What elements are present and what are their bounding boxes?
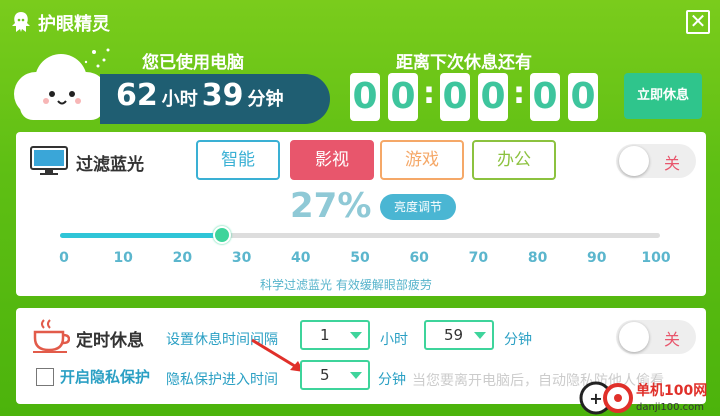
- rest-hours-unit: 小时: [380, 332, 408, 348]
- chevron-down-icon: [474, 332, 486, 339]
- usage-minutes: 39: [201, 78, 244, 113]
- mode-movie-button[interactable]: 影视: [290, 140, 374, 180]
- mode-smart-button[interactable]: 智能: [196, 140, 280, 180]
- usage-hours: 62: [116, 78, 158, 113]
- timed-rest-toggle[interactable]: 关: [616, 320, 696, 354]
- countdown-colon: :: [513, 76, 525, 111]
- slider-tick-label: 90: [587, 250, 607, 266]
- countdown-digit: 0: [568, 73, 598, 121]
- toggle-knob: [619, 146, 649, 176]
- filter-percent: 27%: [290, 186, 372, 226]
- rest-minutes-unit: 分钟: [504, 332, 532, 348]
- mode-office-button[interactable]: 办公: [472, 140, 556, 180]
- slider-tick-label: 40: [291, 250, 311, 266]
- privacy-minutes-select[interactable]: 5: [300, 360, 370, 390]
- rest-now-button[interactable]: 立即休息: [624, 73, 702, 119]
- blue-light-panel: 过滤蓝光 智能 影视 游戏 办公 关 27% 亮度调节 0 10 20 30 40 50 6…: [16, 132, 706, 296]
- rest-hours-select[interactable]: 1: [300, 320, 370, 350]
- privacy-checkbox[interactable]: [36, 368, 54, 386]
- slider-tick-label: 0: [59, 250, 69, 266]
- rest-minutes-select[interactable]: 59: [424, 320, 494, 350]
- slider-tick-label: 70: [468, 250, 489, 266]
- privacy-minutes-unit: 分钟: [378, 372, 406, 388]
- filter-slider-thumb[interactable]: [213, 226, 231, 244]
- countdown-digit: 0: [440, 73, 470, 121]
- slider-tick-label: 60: [409, 250, 429, 266]
- arrow-pointer-icon: [251, 338, 304, 372]
- blue-light-toggle[interactable]: 关: [616, 144, 696, 178]
- watermark-text: 单机100网: [636, 382, 707, 399]
- watermark-logo-icon: + 单机100网 danji100.com: [579, 381, 707, 415]
- chevron-down-icon: [350, 372, 362, 379]
- slider-tick-label: 100: [641, 250, 671, 266]
- usage-minutes-unit: 分钟: [247, 89, 284, 110]
- svg-text:+: +: [589, 389, 602, 408]
- slider-tick-label: 10: [113, 250, 133, 266]
- filter-hint: 科学过滤蓝光 有效缓解眼部疲劳: [260, 278, 432, 292]
- slider-tick-label: 80: [527, 250, 548, 266]
- countdown-digit: 0: [478, 73, 508, 121]
- countdown-colon: :: [423, 76, 435, 111]
- privacy-minutes-value: 5: [320, 366, 330, 384]
- coffee-cup-icon: [33, 319, 70, 353]
- mode-game-button[interactable]: 游戏: [380, 140, 464, 180]
- countdown-digit: 0: [388, 73, 418, 121]
- title-bar: 护眼精灵 ✕: [0, 0, 720, 46]
- toggle-state-label: 关: [663, 330, 680, 349]
- monitor-icon: [30, 146, 68, 175]
- slider-tick-label: 20: [172, 250, 193, 266]
- countdown-label: 距离下次休息还有: [396, 53, 532, 73]
- toggle-state-label: 关: [663, 154, 680, 173]
- rest-hours-value: 1: [320, 326, 330, 344]
- filter-slider-track[interactable]: [60, 226, 660, 244]
- toggle-knob: [619, 322, 649, 352]
- usage-hours-unit: 小时: [161, 89, 198, 110]
- filter-slider-fill: [60, 233, 222, 238]
- close-button[interactable]: ✕: [686, 10, 710, 34]
- rest-minutes-value: 59: [444, 326, 464, 344]
- countdown-digit: 0: [350, 73, 380, 121]
- countdown-digit: 0: [530, 73, 560, 121]
- blue-light-title: 过滤蓝光: [76, 155, 144, 175]
- app-title: 护眼精灵: [38, 14, 110, 35]
- slider-tick-label: 50: [350, 250, 370, 266]
- app-logo-icon: [12, 12, 30, 32]
- chevron-down-icon: [350, 332, 362, 339]
- timed-rest-title: 定时休息: [76, 331, 144, 351]
- usage-label: 您已使用电脑: [142, 53, 244, 73]
- privacy-label[interactable]: 开启隐私保护: [60, 366, 150, 387]
- app-window: 护眼精灵 ✕ 您已使用电脑 62 小时 39 分钟 距离下次休息还有 0 0 :…: [0, 0, 720, 416]
- usage-time-display: 62 小时 39 分钟: [100, 74, 330, 124]
- watermark-url: danji100.com: [636, 402, 704, 413]
- slider-tick-label: 30: [231, 250, 252, 266]
- brightness-adjust-button[interactable]: 亮度调节: [380, 194, 456, 220]
